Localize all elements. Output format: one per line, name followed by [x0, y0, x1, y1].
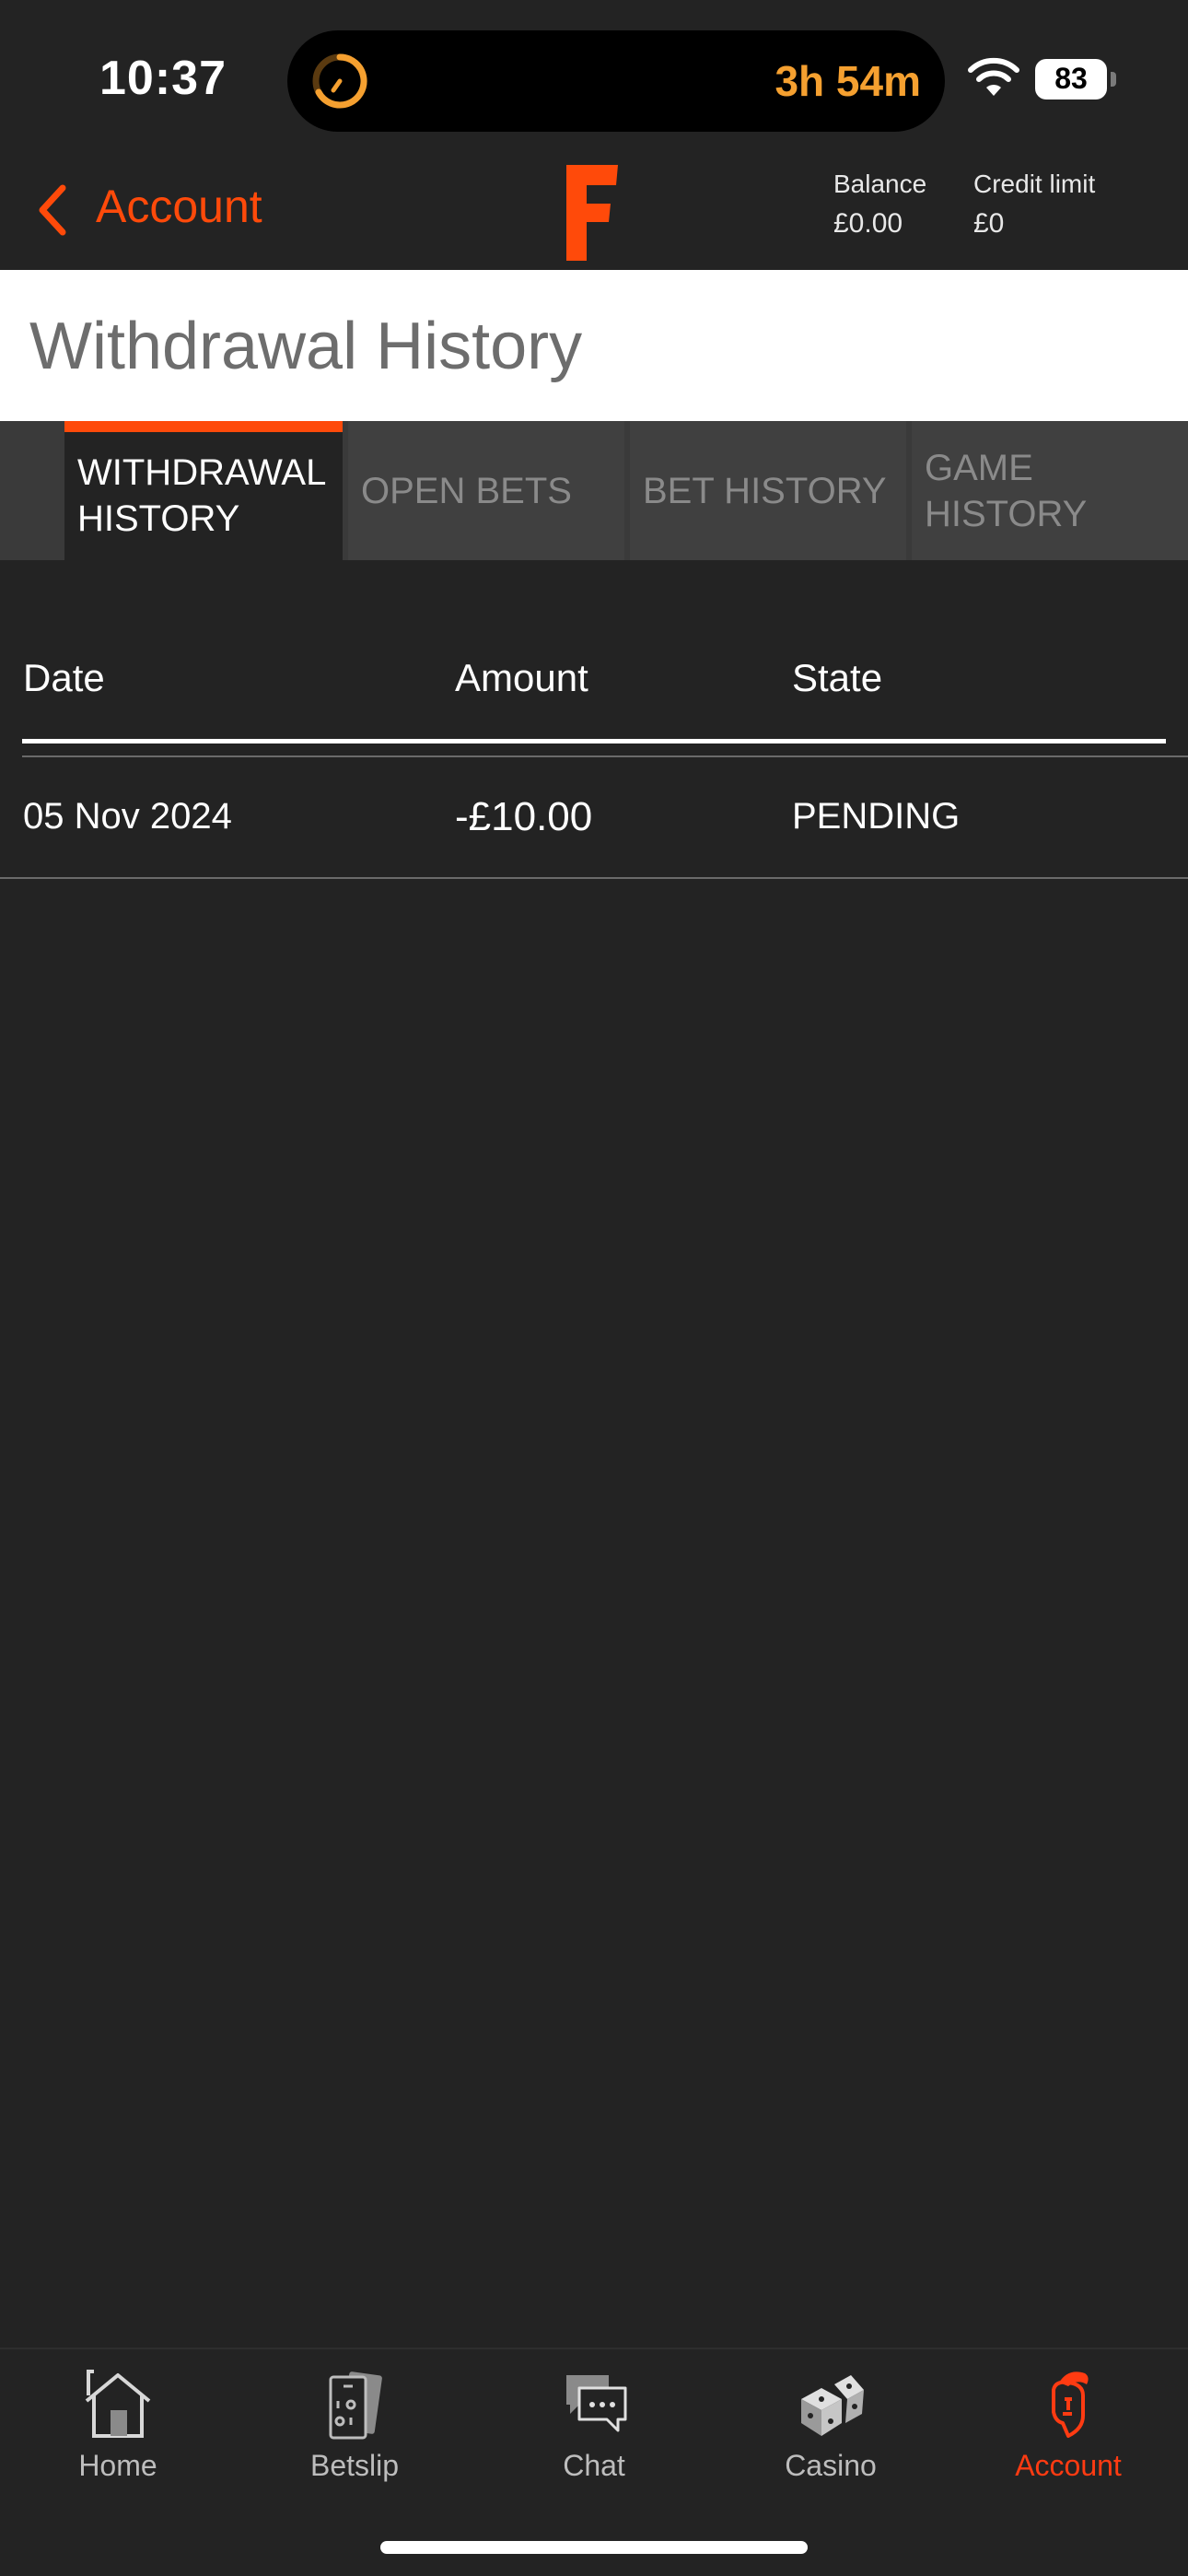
tab-bar-spacer: [0, 421, 61, 560]
nav-label: Home: [78, 2449, 157, 2482]
tab-bar: WITHDRAWAL HISTORY OPEN BETS BET HISTORY…: [0, 421, 1188, 560]
row-divider: [0, 877, 1188, 879]
chat-icon: [566, 2375, 627, 2432]
credit-limit-value: £0: [973, 208, 1005, 239]
nav-chat[interactable]: Chat: [502, 2349, 686, 2497]
page: 10:37 3h 54m 83 Account Balance £0.00 Cr…: [0, 0, 1188, 2576]
dynamic-island[interactable]: 3h 54m: [287, 30, 945, 132]
title-band: Withdrawal History: [0, 270, 1188, 421]
nav-home[interactable]: Home: [26, 2349, 210, 2497]
tab-open-bets[interactable]: OPEN BETS: [348, 421, 624, 560]
row-date: 05 Nov 2024: [23, 796, 232, 837]
balance-label: Balance: [833, 170, 927, 198]
column-header-amount[interactable]: Amount: [455, 656, 588, 700]
back-button[interactable]: Account: [96, 180, 262, 233]
home-indicator[interactable]: [380, 2541, 808, 2554]
tab-bet-history[interactable]: BET HISTORY: [630, 421, 906, 560]
nav-label: Casino: [785, 2449, 877, 2482]
app-header: Account Balance £0.00 Credit limit £0: [0, 157, 1188, 270]
credit-limit-label: Credit limit: [973, 170, 1096, 198]
status-bar: 10:37 3h 54m 83: [0, 0, 1188, 157]
tab-label: OPEN BETS: [361, 470, 572, 511]
brand-logo[interactable]: [565, 161, 620, 264]
tab-withdrawal-history[interactable]: WITHDRAWAL HISTORY: [64, 421, 343, 560]
status-time: 10:37: [99, 52, 227, 105]
nav-account[interactable]: Account: [976, 2349, 1160, 2497]
account-icon: [1052, 2371, 1089, 2438]
timer-text: 3h 54m: [775, 57, 921, 105]
nav-label: Betslip: [309, 2449, 400, 2482]
battery-level: 83: [1054, 62, 1088, 95]
tab-label: WITHDRAWAL HISTORY: [77, 451, 325, 539]
tab-label: GAME HISTORY: [925, 447, 1088, 534]
page-title: Withdrawal History: [29, 310, 583, 383]
row-state: PENDING: [792, 796, 961, 837]
header-underline: [22, 739, 1166, 744]
back-chevron-icon[interactable]: [35, 182, 68, 238]
battery-icon: 83: [1035, 59, 1116, 100]
nav-casino[interactable]: Casino: [739, 2349, 923, 2497]
nav-label: Account: [1015, 2449, 1122, 2482]
active-tab-indicator: [64, 421, 343, 432]
row-amount: -£10.00: [455, 794, 593, 839]
tab-label: BET HISTORY: [643, 470, 887, 511]
betslip-icon: [329, 2371, 382, 2440]
timer-icon: [312, 53, 367, 109]
column-header-date[interactable]: Date: [23, 656, 105, 700]
battery-tip: [1111, 72, 1116, 87]
column-header-state[interactable]: State: [792, 656, 882, 700]
nav-betslip[interactable]: Betslip: [262, 2349, 447, 2497]
header-divider: [22, 755, 1188, 757]
tab-game-history[interactable]: GAME HISTORY: [912, 421, 1188, 560]
home-icon: [85, 2370, 151, 2438]
balance-value: £0.00: [833, 208, 903, 239]
wifi-icon: [968, 57, 1019, 96]
dice-icon: [801, 2375, 864, 2436]
nav-label: Chat: [563, 2449, 625, 2482]
